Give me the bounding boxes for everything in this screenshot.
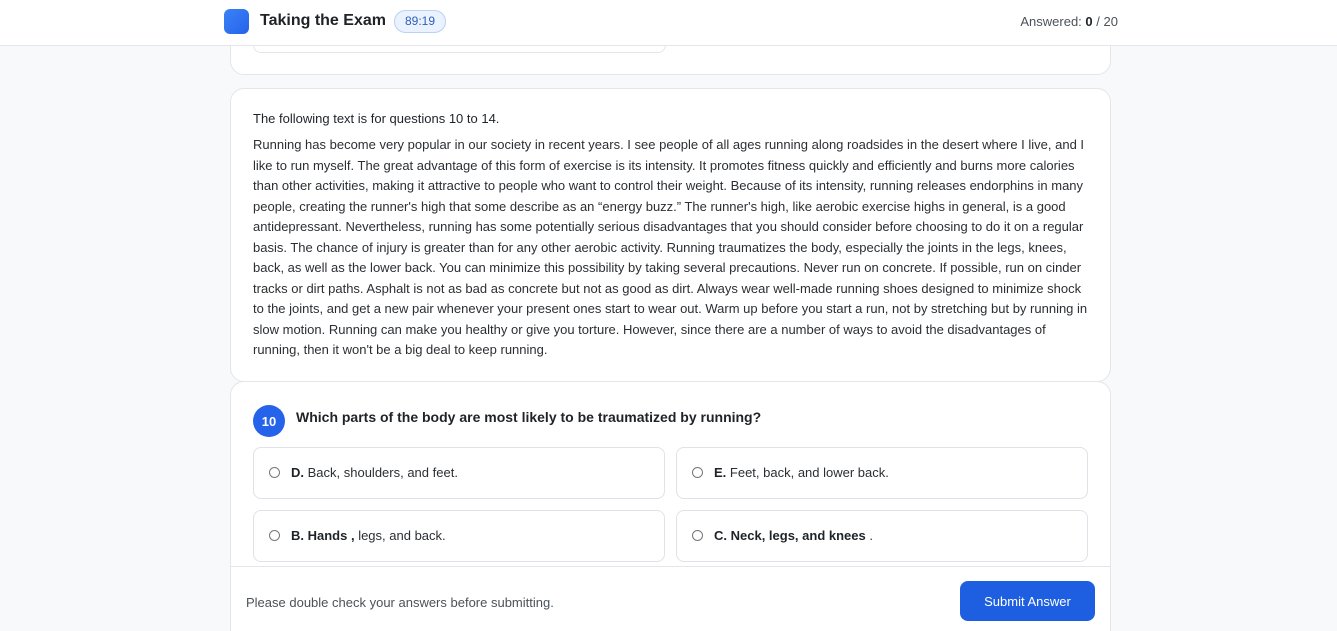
option-label: C. Neck, legs, and knees . bbox=[714, 528, 873, 543]
passage-intro: The following text is for questions 10 t… bbox=[253, 111, 500, 126]
page-title: Taking the Exam bbox=[260, 12, 386, 29]
radio-button[interactable] bbox=[269, 530, 280, 541]
answered-separator: / bbox=[1096, 14, 1100, 29]
answered-total: 20 bbox=[1103, 14, 1118, 29]
question-number-badge: 10 bbox=[253, 405, 285, 437]
radio-button[interactable] bbox=[692, 530, 703, 541]
answered-label: Answered: bbox=[1020, 14, 1082, 29]
app-logo-icon bbox=[224, 9, 249, 34]
submit-footer: Please double check your answers before … bbox=[230, 566, 1111, 631]
answered-counter: Answered: 0 / 20 bbox=[1020, 14, 1118, 29]
option-label: D. Back, shoulders, and feet. bbox=[291, 465, 458, 480]
timer-badge: 89:19 bbox=[394, 10, 447, 33]
option-b[interactable]: B. Hands , legs, and back. bbox=[253, 510, 665, 562]
radio-button[interactable] bbox=[692, 467, 703, 478]
reading-passage-card: The following text is for questions 10 t… bbox=[230, 88, 1111, 382]
footer-message: Please double check your answers before … bbox=[246, 595, 554, 610]
option-label: E. Feet, back, and lower back. bbox=[714, 465, 889, 480]
option-d[interactable]: D. Back, shoulders, and feet. bbox=[253, 447, 665, 499]
submit-answer-button[interactable]: Submit Answer bbox=[960, 581, 1095, 621]
option-e[interactable]: E. Feet, back, and lower back. bbox=[676, 447, 1088, 499]
question-text: Which parts of the body are most likely … bbox=[296, 409, 762, 425]
passage-text: Running has become very popular in our s… bbox=[253, 137, 1088, 357]
top-bar: Taking the Exam 89:19 Answered: 0 / 20 bbox=[0, 0, 1337, 46]
answered-count: 0 bbox=[1085, 14, 1093, 29]
radio-button[interactable] bbox=[269, 467, 280, 478]
option-label: B. Hands , legs, and back. bbox=[291, 528, 446, 543]
option-c[interactable]: C. Neck, legs, and knees . bbox=[676, 510, 1088, 562]
